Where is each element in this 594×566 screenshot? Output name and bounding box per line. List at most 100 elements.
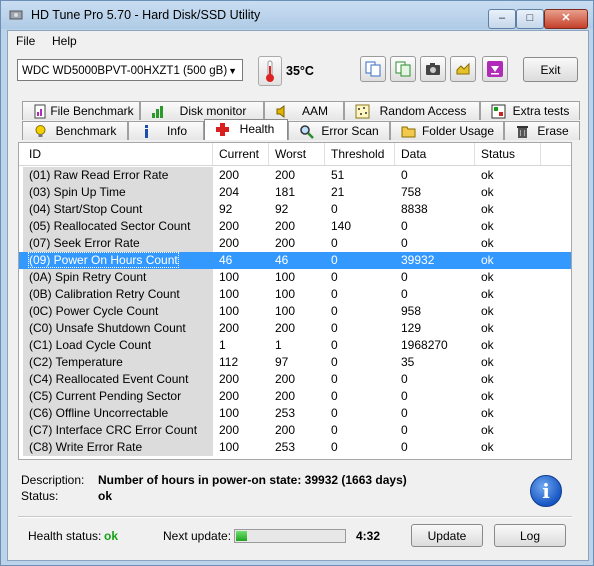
cell-data-text: 1968270	[401, 338, 448, 352]
table-row[interactable]: (09) Power On Hours Count 46 46 0 39932 ok	[19, 252, 571, 269]
cell-status-text: ok	[481, 236, 494, 250]
cell-worst: 200	[269, 218, 325, 235]
column-header-current[interactable]: Current	[213, 143, 269, 165]
cell-current: 200	[213, 388, 269, 405]
cell-threshold: 0	[325, 252, 395, 269]
column-header-threshold[interactable]: Threshold	[325, 143, 395, 165]
maximize-button[interactable]: □	[516, 9, 544, 29]
title-bar[interactable]: HD Tune Pro 5.70 - Hard Disk/SSD Utility…	[1, 1, 593, 29]
column-header-worst[interactable]: Worst	[269, 143, 325, 165]
tab-benchmark[interactable]: Benchmark	[22, 121, 128, 140]
tab-erase[interactable]: Erase	[504, 121, 580, 140]
tab-extra-tests[interactable]: Extra tests	[480, 101, 580, 120]
cell-worst-text: 97	[275, 355, 289, 369]
table-row[interactable]: (C4) Reallocated Event Count 200 200 0 0 ok	[19, 371, 571, 388]
cell-threshold-text: 0	[331, 304, 338, 318]
cell-id-text: (07) Seek Error Rate	[29, 236, 140, 250]
table-row[interactable]: (0C) Power Cycle Count 100 100 0 958 ok	[19, 303, 571, 320]
countdown-time: 4:32	[356, 529, 381, 543]
tab-label: File Benchmark	[50, 104, 134, 118]
drive-select-value: WDC WD5000BPVT-00HXZT1 (500 gB)	[22, 65, 228, 77]
menu-file[interactable]: File	[16, 34, 35, 48]
cell-current-text: 200	[219, 389, 240, 403]
table-row[interactable]: (01) Raw Read Error Rate 200 200 51 0 ok	[19, 167, 571, 184]
close-button[interactable]: ✕	[544, 9, 588, 29]
table-row[interactable]: (05) Reallocated Sector Count 200 200 140 0 o…	[19, 218, 571, 235]
cell-worst-text: 46	[275, 253, 289, 267]
tab-info[interactable]: Info	[128, 121, 204, 140]
cell-threshold-text: 0	[331, 372, 338, 386]
menu-help[interactable]: Help	[52, 34, 77, 48]
table-row[interactable]: (0A) Spin Retry Count 100 100 0 0 ok	[19, 269, 571, 286]
options-button[interactable]	[450, 56, 476, 82]
cell-data: 0	[395, 405, 475, 422]
cell-data: 0	[395, 439, 475, 456]
cell-current: 200	[213, 422, 269, 439]
exit-button[interactable]: Exit	[523, 57, 578, 82]
copy-all-button[interactable]	[390, 56, 416, 82]
table-row[interactable]: (04) Start/Stop Count 92 92 0 8838 ok	[19, 201, 571, 218]
cell-status: ok	[475, 422, 541, 439]
minimize-button[interactable]: –	[488, 9, 516, 29]
cell-current: 200	[213, 167, 269, 184]
cell-id: (0A) Spin Retry Count	[23, 269, 213, 286]
smart-table[interactable]: ID Current Worst Threshold Data Status (…	[18, 142, 572, 460]
cell-threshold: 0	[325, 405, 395, 422]
cell-threshold: 0	[325, 422, 395, 439]
cell-current-text: 100	[219, 304, 240, 318]
table-row[interactable]: (03) Spin Up Time 204 181 21 758 ok	[19, 184, 571, 201]
cell-data: 0	[395, 371, 475, 388]
tabs-row-top: File Benchmark Disk monitor AAM Random A…	[8, 101, 588, 121]
cell-data: 0	[395, 422, 475, 439]
cell-worst: 97	[269, 354, 325, 371]
copy-info-button[interactable]	[360, 56, 386, 82]
table-row[interactable]: (0B) Calibration Retry Count 100 100 0 0 ok	[19, 286, 571, 303]
log-button[interactable]: Log	[494, 524, 566, 547]
toolbar: WDC WD5000BPVT-00HXZT1 (500 gB) ▼ 35°C E…	[8, 51, 588, 91]
cell-threshold-text: 140	[331, 219, 352, 233]
cell-threshold-text: 0	[331, 202, 338, 216]
tab-folder-usage[interactable]: Folder Usage	[390, 121, 504, 140]
table-row[interactable]: (07) Seek Error Rate 200 200 0 0 ok	[19, 235, 571, 252]
screenshot-button[interactable]	[420, 56, 446, 82]
tab-aam[interactable]: AAM	[264, 101, 344, 120]
table-row[interactable]: (C8) Write Error Rate 100 253 0 0 ok	[19, 439, 571, 456]
description-label: Description:	[21, 473, 85, 487]
cell-data: 8838	[395, 201, 475, 218]
cell-current-text: 92	[219, 202, 233, 216]
tab-file-benchmark[interactable]: File Benchmark	[22, 101, 140, 120]
tab-error-scan[interactable]: Error Scan	[288, 121, 390, 140]
cell-current: 100	[213, 286, 269, 303]
cell-data: 0	[395, 388, 475, 405]
tab-label: Erase	[537, 124, 569, 138]
table-row[interactable]: (C5) Current Pending Sector 200 200 0 0 ok	[19, 388, 571, 405]
tab-label: Random Access	[379, 104, 467, 118]
cell-data: 35	[395, 354, 475, 371]
column-header-status[interactable]: Status	[475, 143, 541, 165]
cell-status-text: ok	[481, 406, 494, 420]
cell-worst: 92	[269, 201, 325, 218]
cell-status: ok	[475, 354, 541, 371]
tab-disk-monitor[interactable]: Disk monitor	[140, 101, 264, 120]
cell-current: 100	[213, 405, 269, 422]
save-button[interactable]	[482, 56, 508, 82]
column-header-data[interactable]: Data	[395, 143, 475, 165]
table-row[interactable]: (C6) Offline Uncorrectable 100 253 0 0 ok	[19, 405, 571, 422]
table-row[interactable]: (C1) Load Cycle Count 1 1 0 1968270 ok	[19, 337, 571, 354]
table-row[interactable]: (C0) Unsafe Shutdown Count 200 200 0 129 ok	[19, 320, 571, 337]
drive-select[interactable]: WDC WD5000BPVT-00HXZT1 (500 gB) ▼	[17, 59, 243, 81]
cell-status: ok	[475, 252, 541, 269]
tab-random-access[interactable]: Random Access	[344, 101, 480, 120]
table-row[interactable]: (C2) Temperature 112 97 0 35 ok	[19, 354, 571, 371]
cell-worst-text: 200	[275, 168, 296, 182]
cell-threshold: 0	[325, 320, 395, 337]
update-button[interactable]: Update	[411, 524, 483, 547]
tab-health[interactable]: Health	[204, 119, 288, 140]
cell-status-text: ok	[481, 440, 494, 454]
info-icon[interactable]: i	[530, 475, 562, 507]
column-header-id[interactable]: ID	[23, 143, 213, 165]
cell-worst: 100	[269, 269, 325, 286]
table-row[interactable]: (C7) Interface CRC Error Count 200 200 0 0 ok	[19, 422, 571, 439]
status-value: ok	[98, 489, 113, 503]
cell-threshold-text: 0	[331, 253, 338, 267]
